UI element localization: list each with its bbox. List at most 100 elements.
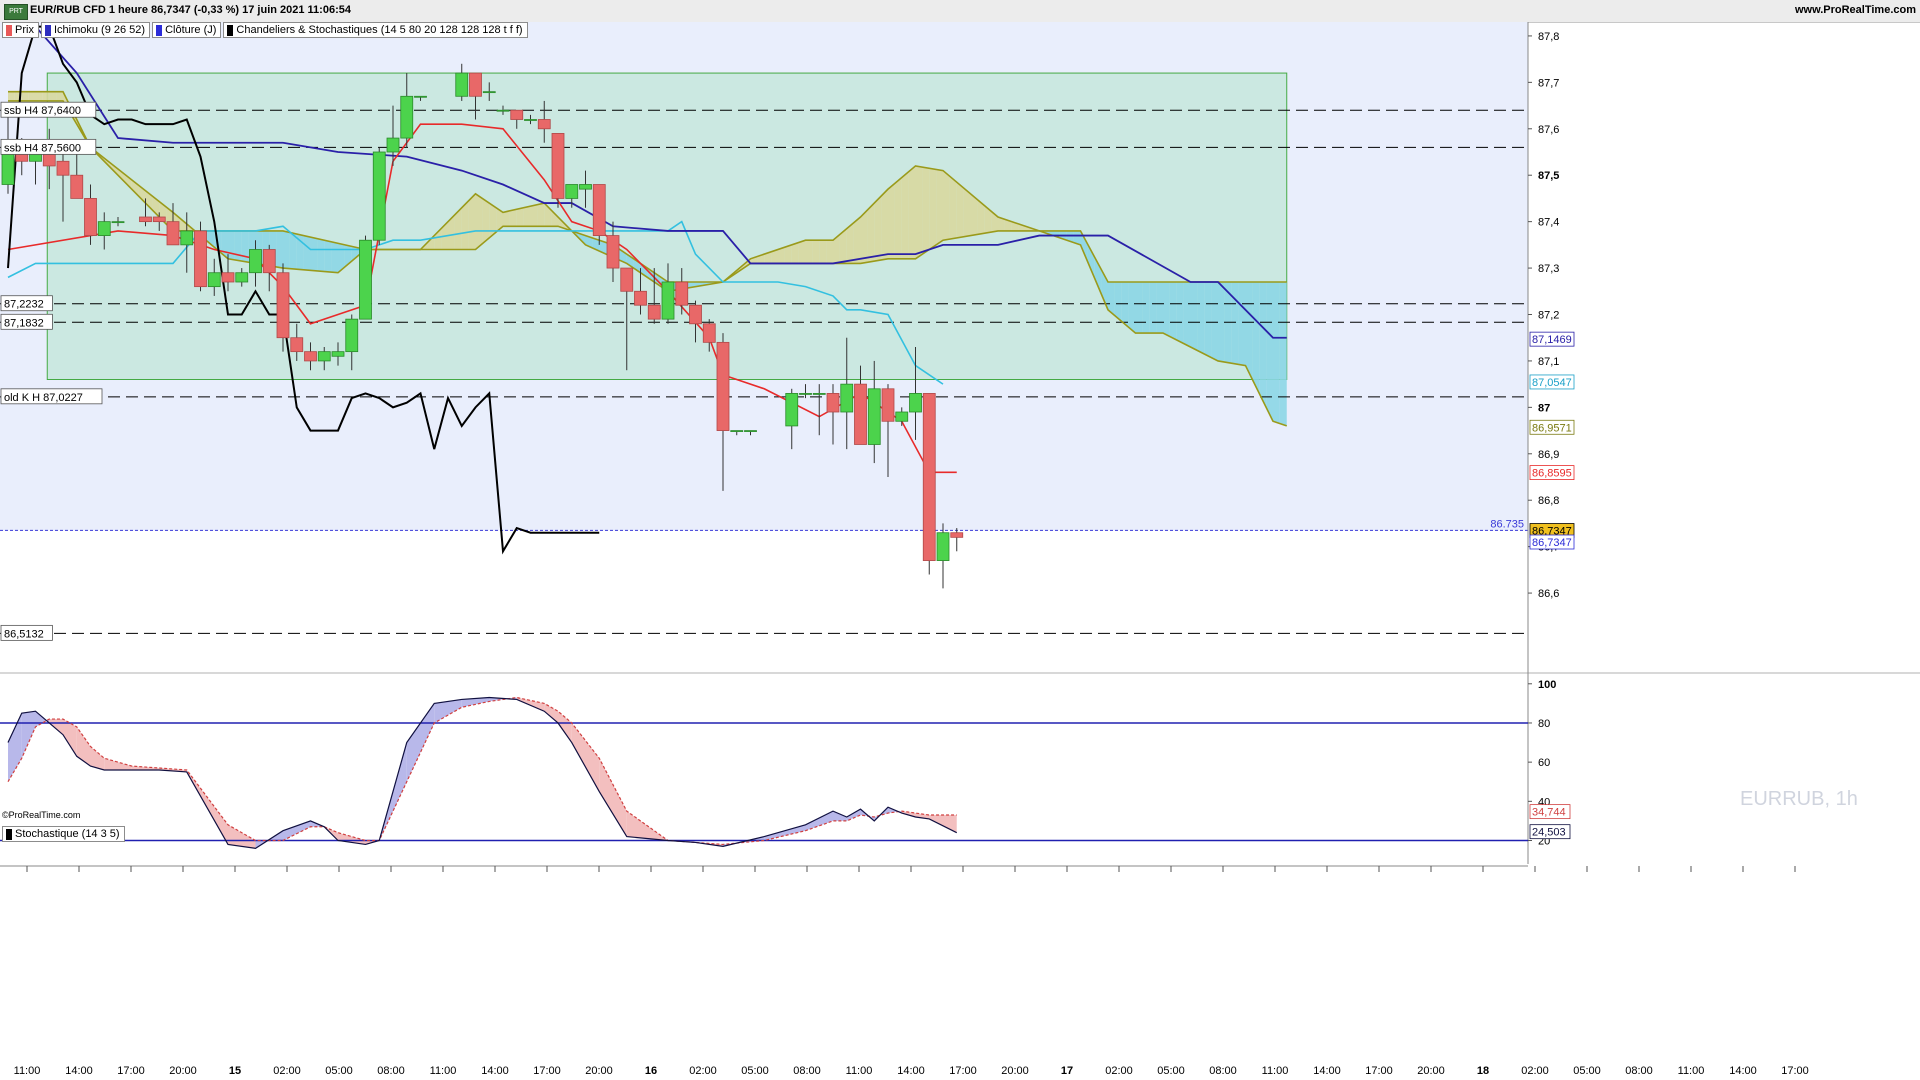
kumo-cloud-segment [894, 177, 902, 259]
candle-bull [799, 393, 812, 395]
kumo-cloud-segment [826, 240, 833, 264]
kumo-cloud-segment [805, 240, 813, 264]
time-axis-label: 11:00 [430, 1065, 457, 1077]
candle-bull [482, 91, 496, 94]
kumo-cloud-segment [468, 193, 476, 250]
candle-bear [510, 109, 524, 120]
kumo-cloud-segment [317, 238, 325, 272]
legend-label-chandeliers: Chandeliers & Stochastiques (14 5 80 20 … [236, 24, 523, 36]
time-axis-label: 20:00 [585, 1065, 613, 1077]
kumo-cloud-segment [929, 168, 937, 250]
time-axis-background [0, 866, 1920, 1080]
kumo-cloud-segment [1135, 282, 1143, 334]
candle-bull [565, 184, 579, 199]
candle-bear [634, 290, 647, 306]
kumo-cloud-segment [537, 203, 545, 227]
time-axis-label: 02:00 [689, 1065, 717, 1077]
chart-canvas[interactable]: 86.735 ssb H4 87,6400 ssb H4 87,5600 87,223… [0, 22, 1920, 1080]
price-axis-label: 87,1 [1538, 356, 1559, 368]
kumo-cloud-segment [42, 91, 50, 101]
candle-bear [854, 383, 867, 445]
candle-bear [84, 198, 97, 236]
time-axis-label: 05:00 [325, 1065, 353, 1077]
kumo-cloud-segment [812, 240, 820, 264]
candle-bull [345, 318, 359, 353]
kumo-cloud-segment [482, 198, 490, 244]
time-axis-label: 08:00 [793, 1065, 821, 1077]
time-axis-label: 20:00 [169, 1065, 197, 1077]
candle-bull [909, 393, 922, 413]
legend-item-chandeliers[interactable]: Chandeliers & Stochastiques (14 5 80 20 … [223, 22, 528, 38]
kumo-cloud-segment [324, 240, 332, 273]
kumo-cloud-segment [509, 209, 517, 227]
candle-bear [276, 272, 290, 339]
candle-bull [524, 119, 537, 121]
legend-label-cloture: Clôture (J) [165, 24, 217, 36]
candle-bull [249, 249, 262, 274]
kumo-cloud-segment [1183, 282, 1191, 347]
kumo-cloud-segment [1176, 282, 1184, 344]
kumo-cloud-segment [49, 91, 57, 101]
candle-bear [606, 235, 620, 269]
legend-item-ichimoku[interactable]: Ichimoku (9 26 52) [40, 22, 151, 38]
kumo-cloud-segment [867, 203, 875, 263]
kumo-cloud-segment [276, 230, 283, 269]
candle-bear [262, 249, 276, 274]
candle-bear [166, 221, 180, 246]
candle-bear [702, 323, 716, 343]
time-axis-label: 16 [645, 1065, 657, 1077]
time-axis-label: 02:00 [273, 1065, 301, 1077]
candle-bear [537, 119, 551, 130]
candle-bear [56, 160, 70, 176]
stochastic-badge-label: 24,503 [1532, 827, 1566, 839]
candle-bull [812, 393, 826, 395]
price-axis-label: 87 [1538, 402, 1550, 414]
support-zone-rect [46, 72, 1288, 380]
legend-item-cloture[interactable]: Clôture (J) [152, 22, 222, 38]
candle-bear [826, 393, 840, 413]
price-axis-label: 87,8 [1538, 31, 1559, 43]
candle-bull [317, 351, 331, 362]
candle-bull [386, 137, 400, 153]
stochastic-axis-label: 100 [1538, 679, 1556, 691]
candle-bull [414, 95, 427, 98]
candle-bull [97, 221, 111, 236]
time-axis-label: 17:00 [949, 1065, 977, 1077]
time-axis-label: 17:00 [1365, 1065, 1393, 1077]
kumo-cloud-segment [35, 91, 43, 101]
legend-label-ichimoku: Ichimoku (9 26 52) [53, 24, 146, 36]
legend-item-prix[interactable]: Prix [2, 22, 39, 38]
level-label: 87,2232 [4, 299, 44, 311]
kumo-cloud-segment [1190, 282, 1198, 351]
indicator-legend: Prix Ichimoku (9 26 52) Clôture (J) Chan… [2, 22, 530, 38]
candle-bull [730, 430, 744, 432]
time-axis-label: 14:00 [897, 1065, 925, 1077]
kumo-cloud-segment [943, 170, 950, 241]
kumo-cloud-segment [1259, 282, 1267, 408]
level-label: ssb H4 87,6400 [4, 105, 81, 117]
legend-swatch-cloture [156, 24, 163, 36]
candle-bull [496, 109, 510, 112]
website-link[interactable]: www.ProRealTime.com [1795, 4, 1916, 16]
time-axis-label: 17:00 [1781, 1065, 1809, 1077]
time-axis-label: 18 [1477, 1065, 1489, 1077]
kumo-cloud-segment [1245, 282, 1253, 380]
candle-bear [881, 388, 895, 422]
below-close-background [0, 530, 1528, 672]
kumo-cloud-segment [56, 91, 63, 101]
level-label: ssb H4 87,5600 [4, 142, 81, 154]
time-axis-label: 17:00 [533, 1065, 561, 1077]
stochastic-legend-label: Stochastique (14 3 5) [15, 828, 120, 840]
kumo-cloud-segment [21, 91, 29, 101]
kumo-cloud-segment [28, 91, 36, 101]
symbol-watermark: EURRUB, 1h [1740, 788, 1858, 810]
candle-bull [359, 239, 372, 320]
kumo-cloud-segment [1163, 282, 1170, 337]
kumo-cloud-segment [949, 176, 957, 240]
stochastic-legend[interactable]: Stochastique (14 3 5) [2, 826, 125, 842]
kumo-cloud-segment [523, 206, 531, 227]
candle-bear [70, 174, 84, 199]
kumo-cloud-segment [234, 230, 242, 262]
price-badge-label: 86,9571 [1532, 422, 1572, 434]
candle-bear [647, 304, 661, 320]
